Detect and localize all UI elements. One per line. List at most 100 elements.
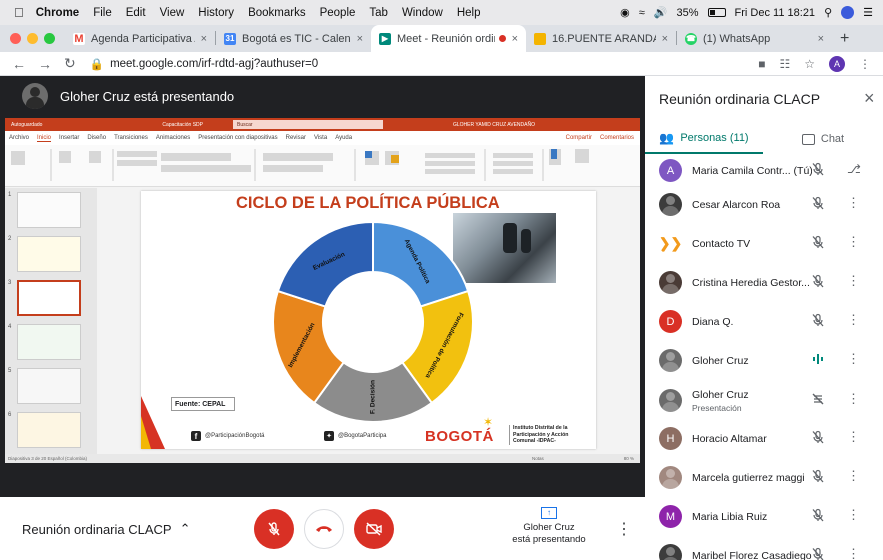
participant-more-icon[interactable]: ⋮: [847, 313, 860, 327]
participant-row[interactable]: H Horacio Altamar ⋮: [645, 419, 883, 458]
participant-row[interactable]: Gloher Cruz Presentación ⋮: [645, 381, 883, 420]
tab-chat[interactable]: Chat: [763, 124, 883, 154]
close-tab-icon[interactable]: ×: [357, 33, 363, 45]
browser-menu-icon[interactable]: ⋮: [859, 57, 871, 71]
current-slide: CICLO DE LA POLÍTICA PÚBLICA Agenda Polí…: [141, 191, 596, 449]
microphone-toggle-button[interactable]: [254, 509, 294, 549]
participant-list: A Maria Camila Contr... (Tú) ⎇ Cesar Alarco…: [645, 156, 883, 560]
address-field[interactable]: 🔒 meet.google.com/irf-rdtd-agj?authuser=…: [90, 57, 318, 71]
mic-muted-icon[interactable]: [811, 547, 825, 560]
participant-more-icon[interactable]: ⋮: [847, 196, 860, 210]
avatar: M: [659, 505, 682, 528]
ppt-notes-button: Notas: [531, 456, 544, 461]
mic-muted-icon[interactable]: [811, 469, 825, 486]
mic-muted-icon[interactable]: [811, 196, 825, 213]
battery-icon: [707, 8, 726, 17]
close-tab-icon[interactable]: ×: [512, 33, 518, 45]
camera-status-icon[interactable]: ◉: [620, 6, 630, 19]
menu-file[interactable]: File: [93, 7, 112, 19]
participant-row[interactable]: Marcela gutierrez maggi ⋮: [645, 458, 883, 497]
apple-icon[interactable]: : [14, 5, 24, 20]
close-tab-icon[interactable]: ×: [662, 33, 668, 45]
menu-people[interactable]: People: [320, 7, 356, 19]
participant-row[interactable]: M Maria Libia Ruiz ⋮: [645, 497, 883, 536]
menu-view[interactable]: View: [160, 7, 185, 19]
mic-muted-icon[interactable]: [811, 274, 825, 291]
participant-more-icon[interactable]: ⋮: [847, 508, 860, 522]
mic-muted-icon[interactable]: [811, 508, 825, 525]
close-tab-icon[interactable]: ×: [818, 33, 824, 45]
new-tab-button[interactable]: +: [832, 25, 862, 52]
menu-window[interactable]: Window: [402, 7, 443, 19]
bogota-logo: BOGOTÁ: [425, 428, 494, 445]
mic-muted-icon[interactable]: [811, 235, 825, 252]
participant-more-icon[interactable]: ⋮: [847, 469, 860, 483]
tab-agenda[interactable]: M Agenda Participativa Anual - ×: [65, 25, 215, 52]
forward-icon[interactable]: →: [38, 56, 52, 72]
wifi-icon[interactable]: ≈: [639, 7, 645, 19]
tab-calendar[interactable]: 31 Bogotá es TIC - Calendar - ( ×: [216, 25, 371, 52]
leave-call-button[interactable]: [304, 509, 344, 549]
participant-subtitle: Presentación: [692, 402, 742, 413]
participant-more-icon[interactable]: ⋮: [847, 392, 860, 406]
notification-center-icon[interactable]: ☰: [863, 6, 873, 19]
speaking-indicator-icon[interactable]: [811, 352, 825, 369]
camera-in-use-icon[interactable]: ■: [758, 57, 765, 71]
tab-slides[interactable]: 16.PUENTE ARANDA SEPT 2 ×: [526, 25, 676, 52]
clock[interactable]: Fri Dec 11 18:21: [735, 7, 816, 19]
close-window-button[interactable]: [10, 33, 21, 44]
participant-more-icon[interactable]: ⋮: [847, 274, 860, 288]
participant-name-text: Horacio Altamar: [692, 432, 767, 445]
participant-more-icon[interactable]: ⋮: [847, 352, 860, 366]
spotlight-icon[interactable]: ⚲: [824, 6, 832, 19]
reload-icon[interactable]: ↻: [64, 55, 76, 72]
meet-controls-bar: Reunión ordinaria CLACP ⌃ ↑ Gloher Cruz …: [0, 497, 645, 560]
menu-history[interactable]: History: [198, 7, 234, 19]
translate-icon[interactable]: ☷: [779, 57, 790, 71]
participant-more-icon[interactable]: ⋮: [847, 430, 860, 444]
battery-percent[interactable]: 35%: [677, 7, 699, 19]
pin-icon[interactable]: ⎇: [847, 162, 861, 176]
participant-more-icon[interactable]: ⋮: [847, 235, 860, 249]
zoom-window-button[interactable]: [44, 33, 55, 44]
more-options-icon[interactable]: ⋮: [616, 519, 632, 539]
app-menu-chrome[interactable]: Chrome: [36, 7, 79, 19]
participant-row[interactable]: Cristina Heredia Gestor... ⋮: [645, 263, 883, 302]
slide-thumbnail: [17, 324, 81, 360]
participant-row[interactable]: Cesar Alarcon Roa ⋮: [645, 185, 883, 224]
menu-help[interactable]: Help: [457, 7, 481, 19]
participant-row[interactable]: D Diana Q. ⋮: [645, 302, 883, 341]
meeting-details-button[interactable]: Reunión ordinaria CLACP ⌃: [22, 521, 191, 537]
participant-row[interactable]: ❯❯ Contacto TV ⋮: [645, 224, 883, 263]
ppt-tab-animaciones: Animaciones: [155, 135, 191, 141]
tab-whatsapp[interactable]: ☎ (1) WhatsApp ×: [677, 25, 832, 52]
participant-more-icon[interactable]: ⋮: [847, 547, 860, 560]
participant-name: Horacio Altamar: [692, 433, 812, 445]
source-box: Fuente: CEPAL: [171, 397, 235, 411]
menu-bookmarks[interactable]: Bookmarks: [248, 7, 306, 19]
mic-muted-icon[interactable]: [811, 313, 825, 330]
tab-meet[interactable]: ▶ Meet - Reunión ordinaria ×: [371, 25, 526, 52]
bookmark-star-icon[interactable]: ☆: [804, 57, 815, 71]
back-icon[interactable]: ←: [12, 56, 26, 72]
presentation-muted-icon[interactable]: [811, 392, 825, 409]
camera-toggle-button[interactable]: [354, 509, 394, 549]
mic-muted-icon[interactable]: [811, 162, 825, 179]
participant-row[interactable]: Maribel Florez Casadiego ⋮: [645, 536, 883, 560]
volume-icon[interactable]: 🔊: [654, 6, 668, 19]
profile-avatar[interactable]: A: [829, 55, 845, 72]
menu-edit[interactable]: Edit: [126, 7, 146, 19]
participant-row[interactable]: Gloher Cruz ⋮: [645, 341, 883, 380]
siri-icon[interactable]: [841, 6, 855, 19]
presenting-status-button[interactable]: ↑ Gloher Cruz está presentando: [505, 507, 593, 546]
tab-title: (1) WhatsApp: [703, 32, 771, 45]
avatar: [659, 389, 682, 412]
tab-people[interactable]: 👥 Personas (11): [645, 124, 763, 154]
mic-muted-icon[interactable]: [811, 430, 825, 447]
close-tab-icon[interactable]: ×: [201, 33, 207, 45]
panel-title: Reunión ordinaria CLACP: [659, 91, 821, 107]
menu-tab[interactable]: Tab: [369, 7, 388, 19]
address-bar-row: ← → ↻ 🔒 meet.google.com/irf-rdtd-agj?aut…: [0, 52, 883, 76]
close-panel-icon[interactable]: ×: [864, 88, 875, 109]
minimize-window-button[interactable]: [27, 33, 38, 44]
